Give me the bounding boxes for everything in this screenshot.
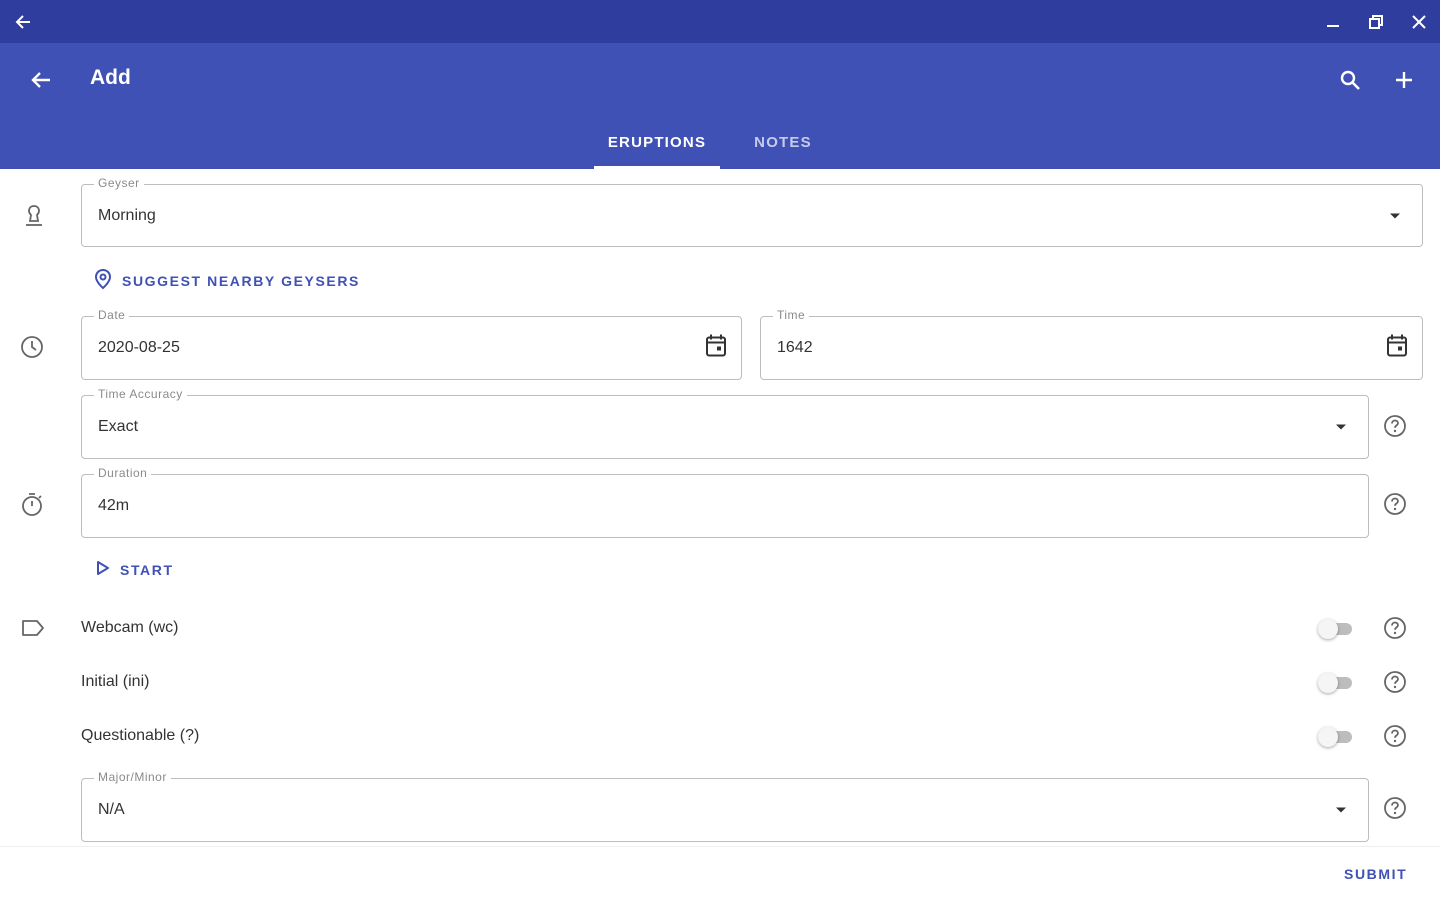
time-field[interactable]: Time 1642 [760,308,1423,380]
label-tag-icon [20,618,46,643]
app-bar [0,43,1440,169]
tab-notes[interactable]: NOTES [740,134,826,169]
switch-thumb [1318,727,1338,747]
date-value: 2020-08-25 [98,339,180,356]
help-icon[interactable] [1383,796,1407,825]
tab-eruptions[interactable]: ERUPTIONS [594,134,720,169]
minimize-icon[interactable] [1320,9,1346,35]
help-icon[interactable] [1383,616,1407,645]
start-button[interactable]: START [96,560,174,579]
suggest-nearby-geysers-button[interactable]: SUGGEST NEARBY GEYSERS [94,268,360,293]
chevron-down-icon[interactable] [1390,213,1400,218]
time-accuracy-select[interactable]: Time Accuracy Exact [81,387,1369,459]
time-label: Time [773,308,810,322]
window-back-icon[interactable] [10,9,36,35]
search-icon[interactable] [1336,66,1364,94]
duration-field[interactable]: Duration 42m [81,466,1369,538]
geyser-icon [22,203,46,234]
clock-icon [20,335,44,364]
play-outline-icon [96,560,110,579]
time-accuracy-value: Exact [98,418,139,435]
geyser-select[interactable]: Geyser Morning [81,176,1423,247]
window-titlebar [0,0,1440,43]
duration-label: Duration [94,466,152,480]
calendar-icon[interactable] [705,334,727,363]
calendar-icon[interactable] [1386,334,1408,363]
page-title: Add [90,66,131,89]
initial-toggle[interactable] [1318,671,1356,693]
chevron-down-icon[interactable] [1336,807,1346,813]
major-minor-label: Major/Minor [94,770,171,784]
switch-thumb [1318,619,1338,639]
time-value: 1642 [777,339,813,356]
restore-icon[interactable] [1363,9,1389,35]
date-label: Date [94,308,130,322]
start-button-label: START [120,561,174,578]
webcam-toggle[interactable] [1318,617,1356,639]
time-accuracy-label: Time Accuracy [94,387,187,401]
switch-thumb [1318,673,1338,693]
questionable-toggle[interactable] [1318,725,1356,747]
help-icon[interactable] [1383,414,1407,443]
questionable-label: Questionable (?) [81,727,200,744]
chevron-down-icon[interactable] [1336,424,1346,430]
close-icon[interactable] [1406,9,1432,35]
geyser-value: Morning [98,206,156,224]
major-minor-select[interactable]: Major/Minor N/A [81,770,1369,842]
help-icon[interactable] [1383,670,1407,699]
geyser-label: Geyser [94,176,144,190]
help-icon[interactable] [1383,724,1407,753]
stopwatch-icon [20,492,44,523]
duration-value: 42m [98,497,130,514]
submit-button[interactable]: SUBMIT [1344,866,1407,882]
suggest-button-label: SUGGEST NEARBY GEYSERS [122,272,360,289]
major-minor-value: N/A [98,801,125,818]
back-arrow-icon[interactable] [26,66,56,94]
initial-label: Initial (ini) [81,673,150,690]
help-icon[interactable] [1383,492,1407,521]
location-pin-icon [94,268,112,293]
add-icon[interactable] [1390,66,1418,94]
footer-divider [0,846,1440,847]
active-tab-indicator [594,166,720,169]
webcam-label: Webcam (wc) [81,619,179,636]
date-field[interactable]: Date 2020-08-25 [81,308,742,380]
